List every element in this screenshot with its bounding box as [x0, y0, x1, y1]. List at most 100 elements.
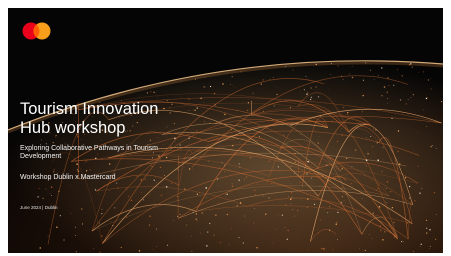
city-light-dot	[303, 89, 306, 91]
city-light-dot	[294, 161, 296, 163]
city-light-dot	[393, 84, 395, 86]
city-light-dot	[398, 163, 401, 165]
city-light-dot	[216, 178, 219, 180]
city-light-dot	[200, 232, 202, 234]
city-light-dot	[120, 246, 122, 249]
city-light-dot	[285, 227, 286, 228]
city-light-dot	[238, 179, 240, 181]
city-light-dot	[266, 180, 268, 183]
city-light-dot	[382, 239, 384, 241]
city-light-dot	[300, 176, 302, 178]
city-light-dot	[191, 250, 193, 252]
city-light-dot	[397, 150, 399, 153]
city-light-dot	[369, 69, 371, 71]
city-light-dot	[101, 235, 103, 237]
city-light-dot	[268, 197, 270, 199]
city-light-dot	[373, 79, 375, 80]
city-light-dot	[402, 241, 404, 243]
city-light-dot	[249, 157, 251, 159]
city-light-dot	[347, 111, 349, 114]
city-light-dot	[63, 239, 65, 241]
city-light-dot	[206, 245, 208, 247]
city-light-dot	[165, 186, 168, 188]
city-light-dot	[404, 201, 405, 203]
city-light-dot	[242, 242, 244, 244]
city-light-dot	[291, 209, 293, 211]
city-light-dot	[228, 244, 230, 245]
city-light-dot	[290, 203, 292, 204]
city-light-dot	[373, 129, 375, 131]
city-light-dot	[70, 212, 72, 214]
city-light-dot	[154, 203, 156, 205]
city-light-dot	[332, 249, 334, 251]
city-light-dot	[49, 193, 51, 195]
city-light-dot	[393, 222, 395, 223]
city-light-dot	[372, 212, 374, 214]
city-light-dot	[343, 114, 345, 116]
city-light-dot	[317, 96, 320, 98]
city-light-dot	[81, 139, 82, 140]
city-light-dot	[262, 79, 265, 81]
city-light-dot	[240, 71, 242, 73]
city-light-dot	[315, 86, 317, 88]
city-light-dot	[381, 95, 383, 97]
city-light-dot	[204, 76, 206, 78]
city-light-dot	[140, 164, 142, 166]
city-light-dot	[38, 187, 40, 189]
city-light-dot	[151, 166, 153, 167]
city-light-dot	[210, 85, 212, 88]
city-light-dot	[218, 166, 221, 168]
city-light-dot	[192, 212, 194, 214]
city-light-dot	[244, 215, 246, 217]
city-light-dot	[290, 165, 292, 167]
city-light-dot	[114, 207, 116, 209]
city-light-dot	[75, 251, 77, 253]
city-light-dot	[285, 66, 287, 68]
city-light-dot	[404, 177, 407, 179]
city-light-dot	[426, 97, 428, 99]
city-light-dot	[366, 137, 367, 139]
city-light-dot	[425, 126, 427, 127]
city-light-dot	[238, 163, 240, 165]
city-light-dot	[58, 190, 60, 193]
city-light-dot	[173, 220, 175, 222]
city-light-dot	[382, 146, 384, 148]
city-light-dot	[327, 212, 329, 214]
city-light-dot	[213, 92, 216, 95]
city-light-dot	[234, 87, 236, 88]
city-light-dot	[221, 162, 223, 164]
city-light-dot	[435, 214, 437, 215]
city-light-dot	[125, 188, 127, 190]
city-light-dot	[233, 85, 234, 86]
city-light-dot	[156, 246, 157, 248]
city-light-dot	[305, 75, 307, 77]
city-light-dot	[371, 237, 373, 239]
city-light-dot	[391, 117, 393, 120]
city-light-dot	[40, 139, 42, 141]
city-light-dot	[268, 160, 270, 162]
city-light-dot	[155, 251, 156, 253]
city-light-dot	[196, 220, 198, 222]
city-light-dot	[236, 109, 238, 111]
city-light-dot	[226, 193, 228, 195]
city-light-dot	[116, 182, 118, 184]
city-light-dot	[149, 139, 152, 141]
city-light-dot	[311, 177, 313, 179]
city-light-dot	[321, 193, 322, 194]
city-light-dot	[277, 166, 279, 168]
city-light-dot	[160, 194, 162, 196]
city-light-dot	[365, 192, 366, 193]
city-light-dot	[273, 182, 275, 184]
city-light-dot	[239, 166, 241, 168]
city-light-dot	[337, 185, 339, 187]
city-light-dot	[429, 229, 431, 231]
city-light-dot	[207, 231, 209, 233]
city-light-dot	[179, 213, 181, 216]
city-light-dot	[239, 142, 241, 143]
city-light-dot	[287, 229, 289, 232]
city-light-dot	[218, 202, 220, 204]
city-light-dot	[269, 78, 271, 80]
city-light-dot	[199, 191, 200, 193]
city-light-dot	[99, 251, 101, 253]
city-light-dot	[272, 77, 274, 78]
